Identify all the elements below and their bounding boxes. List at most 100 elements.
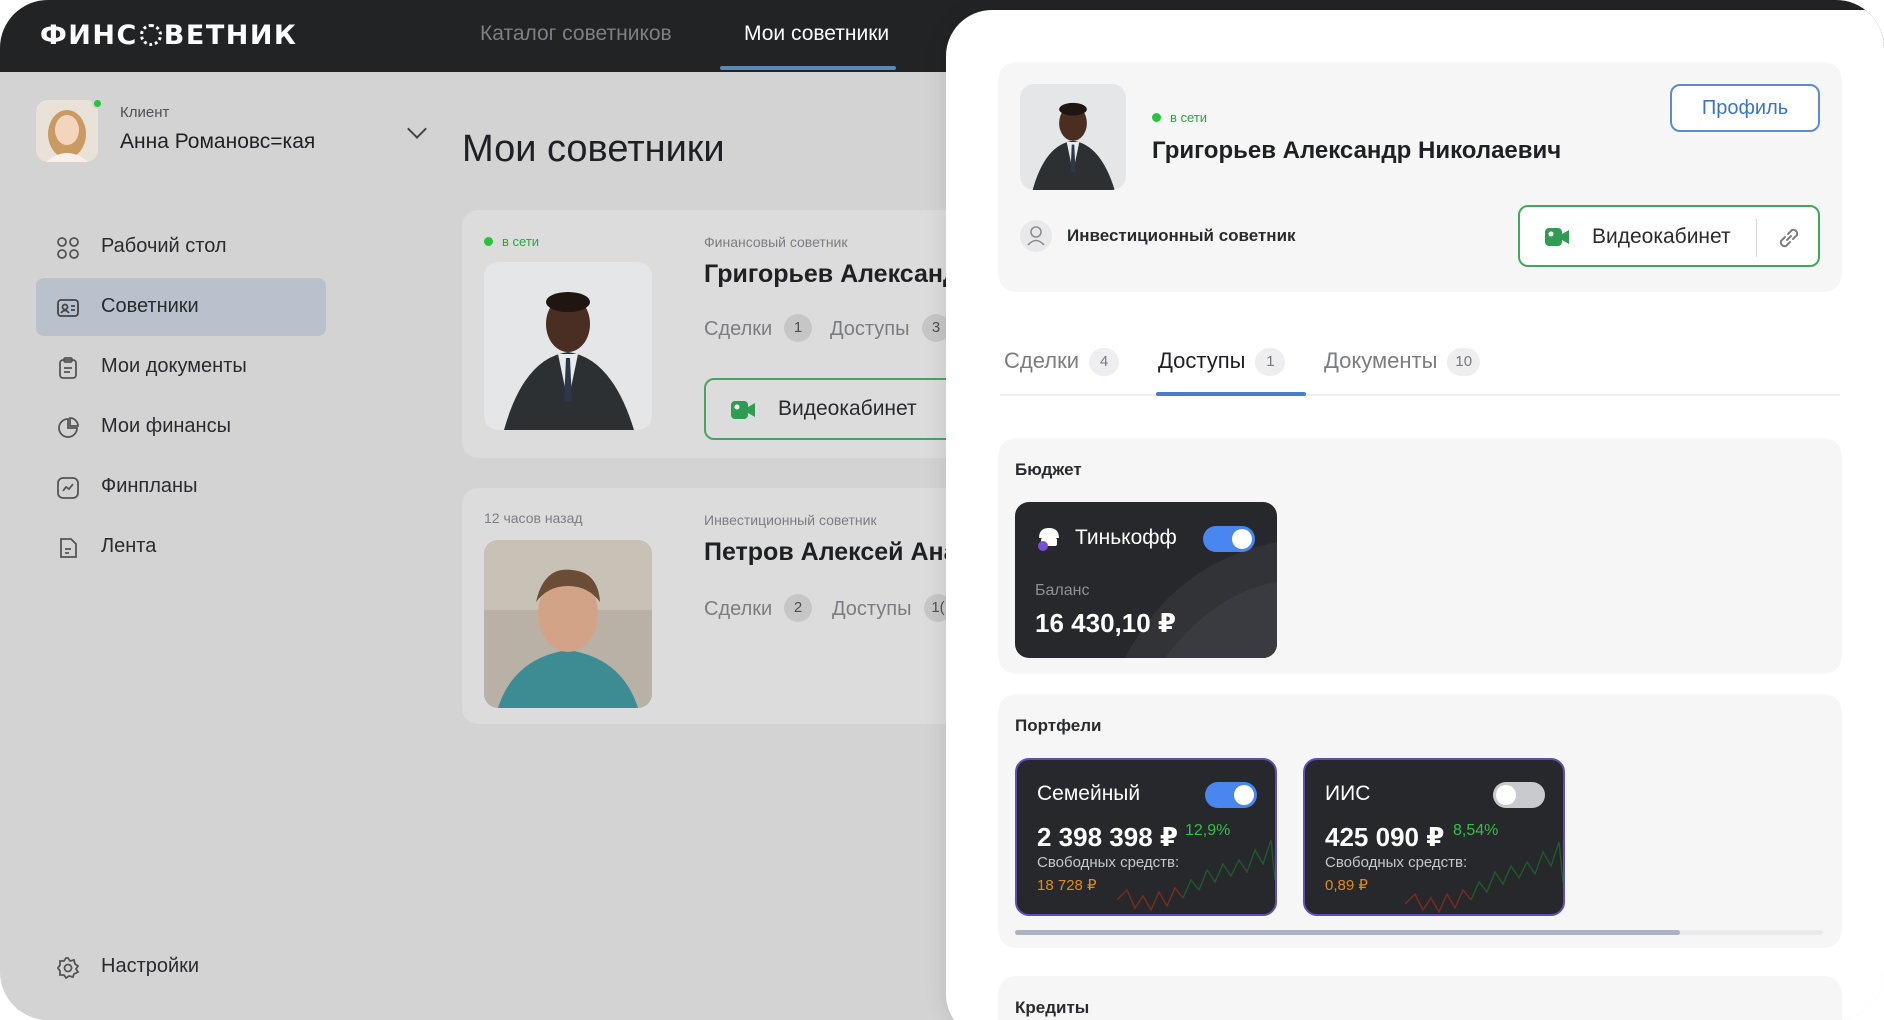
user-name: Анна Романовс=кая <box>120 130 316 153</box>
sidebar-item-label: Мои финансы <box>101 415 231 437</box>
video-camera-icon <box>731 401 755 419</box>
active-tab-indicator <box>1156 392 1306 396</box>
pie-chart-icon <box>58 417 79 438</box>
sidebar-item-label: Советники <box>101 295 199 317</box>
sidebar-item-label: Финпланы <box>101 475 198 497</box>
tab-access[interactable]: Доступы 1 <box>1158 348 1286 376</box>
portfolios-section-title: Портфели <box>1015 716 1102 735</box>
person-icon <box>1020 220 1052 252</box>
video-room-label: Видеокабинет <box>1592 225 1731 248</box>
toggle-knob <box>1496 785 1516 805</box>
tabs-divider <box>1000 394 1840 396</box>
portfolio-change: 12,9% <box>1185 822 1231 839</box>
profile-button[interactable]: Профиль <box>1670 84 1820 132</box>
bank-name: Тинькофф <box>1075 526 1177 549</box>
sidebar-item-dashboard[interactable]: Рабочий стол <box>36 218 326 276</box>
balance-amount: 16 430,10 ₽ <box>1035 608 1176 638</box>
portfolio-amount: 2 398 398 ₽ <box>1037 822 1178 852</box>
advisor-last-seen: 12 часов назад <box>484 510 583 526</box>
portfolio-change: 8,54% <box>1453 822 1499 839</box>
advisor-name: Григорьев Александ <box>704 260 959 288</box>
free-funds-label: Свободных средств: <box>1037 854 1180 871</box>
nav-tab-active-indicator <box>720 66 896 70</box>
advisor-photo <box>484 262 652 430</box>
sidebar-item-label: Мои документы <box>101 355 247 377</box>
tab-label: Документы <box>1324 348 1438 373</box>
toggle-knob <box>1232 529 1252 549</box>
deals-label: Сделки <box>704 598 773 620</box>
portfolio-name: ИИС <box>1325 782 1371 805</box>
portfolio-card[interactable]: ИИС 425 090 ₽ 8,54% Свободных средств: 0… <box>1303 758 1565 916</box>
advisor-name: Петров Алексей Ана <box>704 538 958 566</box>
contact-card-icon <box>57 299 79 317</box>
advisor-role: Финансовый советник <box>704 234 848 250</box>
free-funds-amount: 0,89 ₽ <box>1325 877 1368 894</box>
dashboard-icon <box>57 237 79 259</box>
gear-icon <box>56 957 80 980</box>
sidebar-item-documents[interactable]: Мои документы <box>36 338 326 396</box>
sidebar-item-advisors[interactable]: Советники <box>36 278 326 336</box>
deals-count-badge: 1 <box>784 314 812 342</box>
tab-documents[interactable]: Документы 10 <box>1324 348 1481 376</box>
trend-icon <box>57 477 79 499</box>
bank-access-toggle[interactable] <box>1203 526 1255 552</box>
bank-card[interactable]: Тинькофф Баланс 16 430,10 ₽ <box>1015 502 1277 658</box>
access-label: Доступы <box>830 318 910 340</box>
clipboard-icon <box>59 357 77 379</box>
sidebar-item-label: Настройки <box>101 955 200 977</box>
video-room-button[interactable]: Видеокабинет <box>1518 205 1820 267</box>
toggle-knob <box>1234 785 1254 805</box>
free-funds-amount: 18 728 ₽ <box>1037 877 1097 894</box>
chevron-down-icon[interactable] <box>407 119 427 139</box>
balance-label: Баланс <box>1035 582 1090 599</box>
divider <box>1756 219 1757 257</box>
app-window: ФИНС ВЕТНИК Каталог советников Мои советн… <box>0 0 1884 1020</box>
tab-count-badge: 10 <box>1447 348 1481 376</box>
deals-count-badge: 2 <box>784 594 812 622</box>
advisor-status: в сети <box>484 234 539 249</box>
portfolio-access-toggle[interactable] <box>1205 782 1257 808</box>
nav-tab-my-advisors[interactable]: Мои советники <box>744 22 889 46</box>
sidebar-item-feed[interactable]: Лента <box>36 518 326 576</box>
advisor-status: в сети <box>1152 110 1207 125</box>
horizontal-scrollbar[interactable] <box>1015 930 1823 935</box>
user-role-label: Клиент <box>120 104 170 121</box>
user-online-indicator <box>92 98 103 109</box>
nav-tab-catalog[interactable]: Каталог советников <box>480 22 672 46</box>
budget-section-title: Бюджет <box>1015 460 1082 479</box>
portfolio-name: Семейный <box>1037 782 1141 805</box>
portfolio-card[interactable]: Семейный 2 398 398 ₽ 12,9% Свободных сре… <box>1015 758 1277 916</box>
feed-icon <box>60 538 77 558</box>
credits-section-title: Кредиты <box>1015 998 1090 1017</box>
free-funds-label: Свободных средств: <box>1325 854 1468 871</box>
portfolio-amount: 425 090 ₽ <box>1325 822 1445 852</box>
app-logo[interactable]: ФИНС ВЕТНИК <box>40 20 298 51</box>
credits-section <box>998 976 1842 1020</box>
advisor-role: Инвестиционный советник <box>1067 226 1296 245</box>
advisor-card[interactable]: 12 часов назад Инвестиционный советник П… <box>462 488 982 724</box>
scrollbar-thumb[interactable] <box>1015 930 1680 935</box>
advisor-card[interactable]: в сети Финансовый советник Григорьев Але… <box>462 210 1004 458</box>
advisor-photo <box>484 540 652 708</box>
tab-count-badge: 1 <box>1255 348 1286 376</box>
sidebar-item-label: Лента <box>101 535 157 557</box>
user-avatar[interactable] <box>36 100 98 162</box>
link-icon[interactable] <box>1774 223 1804 253</box>
sidebar-item-label: Рабочий стол <box>101 235 227 257</box>
video-room-label: Видеокабинет <box>778 397 917 420</box>
advisor-photo <box>1020 84 1126 190</box>
tab-count-badge: 4 <box>1088 348 1119 376</box>
bank-logo-icon <box>1038 528 1059 551</box>
sidebar-item-settings[interactable]: Настройки <box>36 938 326 996</box>
advisor-role: Инвестиционный советник <box>704 512 877 528</box>
tab-label: Сделки <box>1004 348 1079 373</box>
portfolio-access-toggle[interactable] <box>1493 782 1545 808</box>
sidebar-item-finplans[interactable]: Финпланы <box>36 458 326 516</box>
deals-label: Сделки <box>704 318 773 340</box>
access-label: Доступы <box>832 598 912 620</box>
advisor-full-name: Григорьев Александр Николаевич <box>1152 137 1562 164</box>
tab-label: Доступы <box>1158 348 1246 373</box>
video-camera-icon <box>1545 228 1569 246</box>
sidebar-item-finances[interactable]: Мои финансы <box>36 398 326 456</box>
tab-deals[interactable]: Сделки 4 <box>1004 348 1119 376</box>
